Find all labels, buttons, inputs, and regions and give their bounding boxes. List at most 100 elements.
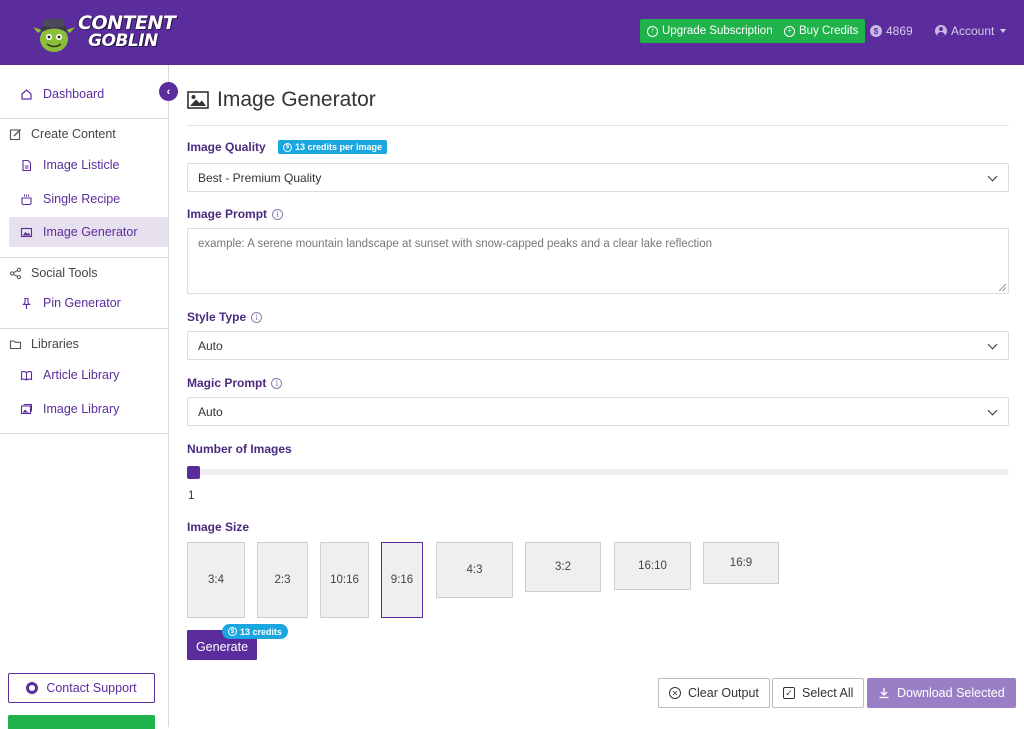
contact-support-label: Contact Support [46,681,137,695]
credits-balance: $ 4869 [870,24,913,38]
close-circle-icon: ✕ [669,687,681,699]
cooking-pot-icon [21,194,32,205]
size-option-10-16[interactable]: 10:16 [320,542,369,618]
coin-icon: $ [870,25,882,37]
page-title-text: Image Generator [217,88,376,111]
size-option-16-10[interactable]: 16:10 [614,542,691,590]
image-quality-select[interactable]: Best - Premium Quality [187,163,1009,192]
size-option-16-9[interactable]: 16:9 [703,542,779,584]
sidebar-item-label: Image Generator [43,225,138,239]
image-quality-value: Best - Premium Quality [198,170,322,185]
home-icon [21,88,32,100]
style-type-select[interactable]: Auto [187,331,1009,360]
style-type-label: Style Type i [187,310,263,324]
file-text-icon [22,159,32,171]
magic-prompt-label-text: Magic Prompt [187,376,267,390]
credits-per-image-badge: $ 13 credits per image [278,140,388,154]
chevron-down-icon [987,405,998,416]
edit-icon [9,128,21,140]
credits-balance-value: 4869 [886,24,913,38]
caret-down-icon [1000,29,1007,33]
page-title: Image Generator [187,88,376,112]
sidebar-divider [0,433,169,434]
sidebar-item-label: Single Recipe [43,192,121,206]
download-selected-button[interactable]: Download Selected [867,678,1016,708]
coin-icon: $ [283,142,292,152]
image-quality-label-text: Image Quality [187,140,266,154]
goblin-mascot-icon [33,19,75,52]
magic-prompt-select[interactable]: Auto [187,397,1009,426]
account-dropdown[interactable]: Account [935,24,1007,38]
sidebar-item-label: Image Listicle [43,158,120,172]
info-icon[interactable]: i [272,208,284,220]
size-option-3-4[interactable]: 3:4 [187,542,245,618]
sidebar-section-label: Libraries [31,337,79,351]
image-quality-label: Image Quality [187,140,266,154]
user-circle-icon [935,25,947,37]
sidebar-collapse-button[interactable]: ‹ [159,82,178,101]
download-icon [879,688,889,699]
sidebar-item-dashboard[interactable]: Dashboard [9,79,168,109]
content-goblin-logo[interactable]: CONTENT GOBLIN [32,9,176,57]
image-size-label-text: Image Size [187,520,250,534]
image-prompt-label: Image Prompt i [187,207,284,221]
slider-handle[interactable] [187,466,200,479]
number-of-images-label-text: Number of Images [187,442,292,456]
size-option-3-2[interactable]: 3:2 [525,542,601,592]
style-type-label-text: Style Type [187,310,247,324]
sidebar-item-image-generator[interactable]: Image Generator [9,217,168,247]
number-of-images-slider[interactable] [187,469,1009,475]
select-all-button[interactable]: ✓ Select All [772,678,865,708]
sidebar-section-create-content: Create Content [0,119,169,149]
size-option-4-3[interactable]: 4:3 [436,542,513,598]
chevron-down-icon [987,339,998,350]
top-navbar: CONTENT GOBLIN ↑ Upgrade Subscription + … [0,0,1024,65]
sidebar-item-label: Dashboard [43,87,105,101]
sidebar-section-libraries: Libraries [0,329,169,359]
coin-icon: $ [228,627,237,636]
info-icon[interactable]: i [251,311,263,323]
image-prompt-textarea[interactable]: example: A serene mountain landscape at … [187,228,1009,294]
download-selected-label: Download Selected [897,686,1005,700]
chevron-left-icon: ‹ [166,85,171,98]
upgrade-subscription-button[interactable]: ↑ Upgrade Subscription [640,19,780,43]
buy-credits-label: Buy Credits [799,25,859,37]
image-prompt-label-text: Image Prompt [187,207,268,221]
sidebar-item-pin-generator[interactable]: Pin Generator [9,288,168,318]
sidebar-item-image-library[interactable]: Image Library [9,394,168,424]
checkbox-icon: ✓ [783,687,795,699]
contact-support-button[interactable]: Contact Support [8,673,155,703]
pin-icon [22,297,31,309]
sidebar-item-single-recipe[interactable]: Single Recipe [9,184,168,214]
style-type-value: Auto [198,338,223,353]
title-divider [187,125,1009,126]
sidebar-item-label: Pin Generator [43,296,121,310]
sidebar-item-image-listicle[interactable]: Image Listicle [9,150,168,180]
buy-credits-button[interactable]: + Buy Credits [777,19,866,43]
sidebar: Dashboard Create Content Image Listicle … [0,65,169,727]
arrow-up-circle-icon: ↑ [647,25,658,37]
size-option-9-16[interactable]: 9:16 [381,542,423,618]
folder-icon [9,339,22,349]
clear-output-button[interactable]: ✕ Clear Output [658,678,770,708]
share-icon [9,267,22,279]
image-icon [20,227,33,237]
size-option-2-3[interactable]: 2:3 [257,542,308,618]
info-icon[interactable]: i [271,377,283,389]
resize-grip-icon[interactable] [999,284,1006,291]
generate-credits-badge: $ 13 credits [222,624,289,639]
sidebar-item-label: Image Library [43,402,120,416]
number-of-images-label: Number of Images [187,442,292,456]
sidebar-section-social-tools: Social Tools [0,258,169,288]
generate-label: Generate [195,640,249,654]
life-ring-icon [26,682,39,694]
sidebar-section-label: Social Tools [31,266,98,280]
sidebar-item-article-library[interactable]: Article Library [9,360,168,390]
magic-prompt-value: Auto [198,404,223,419]
sidebar-item-label: Article Library [43,368,120,382]
upgrade-subscription-label: Upgrade Subscription [662,25,773,37]
select-all-label: Select All [802,686,854,700]
account-label: Account [951,24,995,38]
credits-per-image-text: 13 credits per image [295,142,383,152]
sidebar-section-label: Create Content [31,127,116,141]
